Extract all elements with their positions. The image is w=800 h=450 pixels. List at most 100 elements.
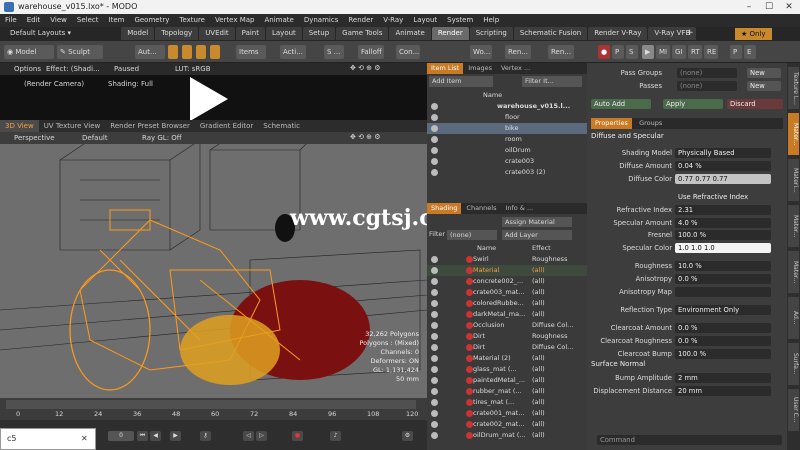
- prop-value[interactable]: 0.77 0.77 0.77: [675, 174, 771, 184]
- side-tab[interactable]: Texture L...: [788, 67, 799, 109]
- visibility-eye-icon[interactable]: [431, 169, 438, 176]
- item-tab-2[interactable]: Vertex ...: [496, 63, 535, 74]
- vertex-mode-icon[interactable]: [168, 45, 178, 59]
- model-mode-button[interactable]: ◉ Model: [4, 45, 54, 59]
- key-icon[interactable]: ⚷: [200, 431, 211, 441]
- visibility-eye-icon[interactable]: [431, 355, 438, 362]
- layout-tab-topology[interactable]: Topology: [155, 27, 199, 40]
- move-icon[interactable]: ✥ ⟲ ⊕ ⚙: [350, 64, 381, 72]
- viewport-tab-render-preset-browser[interactable]: Render Preset Browser: [105, 120, 195, 132]
- prop-value[interactable]: 0.04 %: [675, 161, 771, 171]
- visibility-eye-icon[interactable]: [431, 136, 438, 143]
- visibility-eye-icon[interactable]: [431, 158, 438, 165]
- constraint-button[interactable]: Con...: [396, 45, 420, 59]
- render-effect-dropdown[interactable]: Effect: (Shadi...: [46, 65, 100, 73]
- minimize-button[interactable]: –: [740, 0, 758, 14]
- default-layouts-dropdown[interactable]: Default Layouts ▾: [0, 27, 118, 40]
- workplane-button[interactable]: Wo...: [470, 45, 492, 59]
- play-icon[interactable]: [190, 77, 228, 121]
- add-item-button[interactable]: Add Item: [429, 76, 493, 87]
- shader-row[interactable]: Material (2) (all): [427, 353, 587, 364]
- viewport-tab-gradient-editor[interactable]: Gradient Editor: [195, 120, 258, 132]
- layout-tab-model[interactable]: Model: [121, 27, 155, 40]
- play-button-icon[interactable]: ▶: [170, 431, 181, 441]
- menu-edit[interactable]: Edit: [22, 14, 46, 27]
- shader-row[interactable]: darkMetal_ma... (all): [427, 309, 587, 320]
- prop-value[interactable]: 4.0 %: [675, 218, 771, 228]
- pass-groups-dropdown[interactable]: (none): [677, 68, 737, 78]
- menu-dynamics[interactable]: Dynamics: [299, 14, 344, 27]
- visibility-eye-icon[interactable]: [431, 344, 438, 351]
- layout-tab-render-v-ray[interactable]: Render V-Ray: [588, 27, 648, 40]
- settings-icon[interactable]: ⚙: [402, 431, 413, 441]
- shader-row[interactable]: Dirt Roughness: [427, 331, 587, 342]
- shader-row[interactable]: rubber_mat (... (all): [427, 386, 587, 397]
- layout-tab-render[interactable]: Render: [431, 27, 469, 40]
- menu-vertex-map[interactable]: Vertex Map: [210, 14, 260, 27]
- menu-item[interactable]: Item: [104, 14, 130, 27]
- item-row[interactable]: room: [427, 134, 587, 145]
- taskbar-item[interactable]: c5 ✕: [0, 428, 96, 450]
- visibility-eye-icon[interactable]: [431, 289, 438, 296]
- taskbar-close-icon[interactable]: ✕: [81, 434, 88, 443]
- items-button[interactable]: Items: [236, 45, 266, 59]
- visibility-eye-icon[interactable]: [431, 432, 438, 439]
- item-tab-1[interactable]: Images: [464, 63, 496, 74]
- visibility-eye-icon[interactable]: [431, 278, 438, 285]
- side-tab[interactable]: Ad...: [788, 297, 799, 339]
- shader-row[interactable]: Occlusion Diffuse Col...: [427, 320, 587, 331]
- p-button[interactable]: P: [612, 45, 624, 59]
- shader-effect[interactable]: Diffuse Col...: [532, 320, 573, 331]
- prop-value[interactable]: 0.0 %: [675, 274, 771, 284]
- record-key-icon[interactable]: ●: [292, 431, 303, 441]
- visibility-eye-icon[interactable]: [431, 366, 438, 373]
- prop-value[interactable]: 2 mm: [675, 373, 771, 383]
- shader-row[interactable]: oilDrum_mat (... (all): [427, 430, 587, 441]
- polygon-mode-icon[interactable]: [196, 45, 206, 59]
- menu-animate[interactable]: Animate: [259, 14, 298, 27]
- layout-tab-uvedit[interactable]: UVEdit: [199, 27, 235, 40]
- tab-properties[interactable]: Properties: [591, 118, 632, 129]
- ray-gl-toggle[interactable]: Ray GL: Off: [142, 134, 182, 142]
- prop-value[interactable]: [675, 287, 771, 297]
- shader-row[interactable]: coloredRubbe... (all): [427, 298, 587, 309]
- symmetry-button[interactable]: S ...: [324, 45, 344, 59]
- shader-effect[interactable]: (all): [532, 276, 545, 287]
- viewport-nav-icon[interactable]: ✥ ⟲ ⊕ ⚙: [350, 133, 381, 141]
- shader-effect[interactable]: Diffuse Col...: [532, 342, 573, 353]
- add-layer-button[interactable]: Add Layer: [502, 230, 572, 240]
- shader-tab-2[interactable]: Info & ...: [501, 203, 538, 214]
- render-icon[interactable]: ▶: [642, 45, 654, 59]
- item-row[interactable]: warehouse_v015.l...: [427, 101, 587, 112]
- shader-effect[interactable]: (all): [532, 309, 545, 320]
- prev-key-icon[interactable]: ◁: [243, 431, 254, 441]
- filter-dropdown[interactable]: (none): [447, 230, 497, 240]
- shader-row[interactable]: glass_mat (... (all): [427, 364, 587, 375]
- layout-tab-game-tools[interactable]: Game Tools: [336, 27, 389, 40]
- menu-layout[interactable]: Layout: [408, 14, 442, 27]
- layout-tab-layout[interactable]: Layout: [265, 27, 302, 40]
- filter-items-button[interactable]: Filter It...: [522, 76, 582, 87]
- material-mode-icon[interactable]: [210, 45, 220, 59]
- shader-row[interactable]: paintedMetal_... (all): [427, 375, 587, 386]
- mi-button[interactable]: MI: [656, 45, 670, 59]
- item-row[interactable]: crate003 (2): [427, 167, 587, 178]
- rt-button[interactable]: RT: [688, 45, 702, 59]
- 3d-viewport[interactable]: 32,262 Polygons Polygons : (Mixed) Channel…: [0, 120, 427, 398]
- sculpt-mode-button[interactable]: ✎ Sculpt: [57, 45, 103, 59]
- visibility-eye-icon[interactable]: [431, 114, 438, 121]
- only-toggle[interactable]: ★ Only: [735, 28, 772, 40]
- shader-row[interactable]: Swirl Roughness: [427, 254, 587, 265]
- discard-button[interactable]: Discard: [727, 99, 783, 109]
- visibility-eye-icon[interactable]: [431, 410, 438, 417]
- side-tab[interactable]: Mater...: [788, 251, 799, 293]
- menu-view[interactable]: View: [45, 14, 72, 27]
- visibility-eye-icon[interactable]: [431, 256, 438, 263]
- render-button-1[interactable]: Ren...: [505, 45, 531, 59]
- visibility-eye-icon[interactable]: [431, 311, 438, 318]
- prop-value[interactable]: Use Refractive Index: [675, 192, 771, 202]
- tab-groups[interactable]: Groups: [635, 118, 667, 129]
- prop-value[interactable]: 2.31: [675, 205, 771, 215]
- shader-effect[interactable]: (all): [532, 265, 545, 276]
- menu-select[interactable]: Select: [72, 14, 104, 27]
